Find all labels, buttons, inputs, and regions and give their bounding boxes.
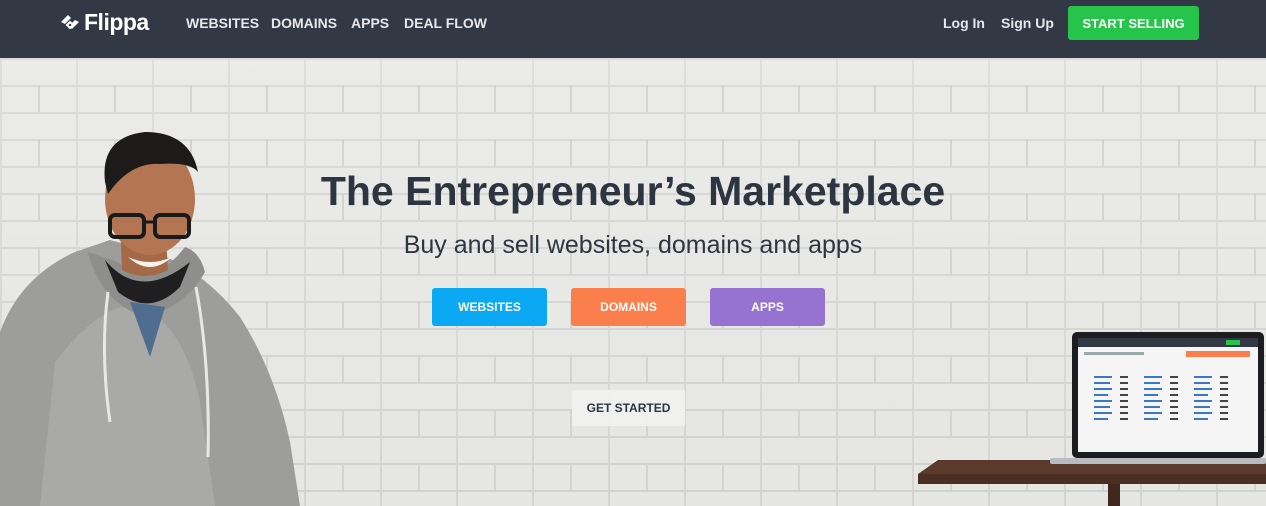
hero-title: The Entrepreneur’s Marketplace <box>320 168 946 214</box>
hero-section: The Entrepreneur’s Marketplace Buy and s… <box>0 58 1266 506</box>
nav-deal-flow[interactable]: DEAL FLOW <box>404 15 487 31</box>
desk-image <box>918 460 1266 506</box>
signup-link[interactable]: Sign Up <box>1001 15 1054 31</box>
flippa-logo-icon <box>61 15 79 30</box>
laptop-image <box>1050 332 1266 464</box>
websites-button[interactable]: WEBSITES <box>432 288 547 326</box>
hero-subtitle: Buy and sell websites, domains and apps <box>403 231 863 259</box>
apps-button[interactable]: APPS <box>710 288 825 326</box>
flippa-logo[interactable]: Flippa <box>58 8 149 35</box>
top-navbar: Flippa WEBSITES DOMAINS APPS DEAL FLOW L… <box>0 0 1266 58</box>
get-started-button[interactable]: GET STARTED <box>572 390 685 426</box>
start-selling-button[interactable]: START SELLING <box>1068 6 1199 40</box>
nav-domains[interactable]: DOMAINS <box>271 15 337 31</box>
nav-apps[interactable]: APPS <box>351 15 389 31</box>
login-link[interactable]: Log In <box>943 15 985 31</box>
hero-person-image <box>0 132 300 506</box>
domains-button[interactable]: DOMAINS <box>571 288 686 326</box>
nav-websites[interactable]: WEBSITES <box>186 15 259 31</box>
brand-name: Flippa <box>84 8 149 35</box>
